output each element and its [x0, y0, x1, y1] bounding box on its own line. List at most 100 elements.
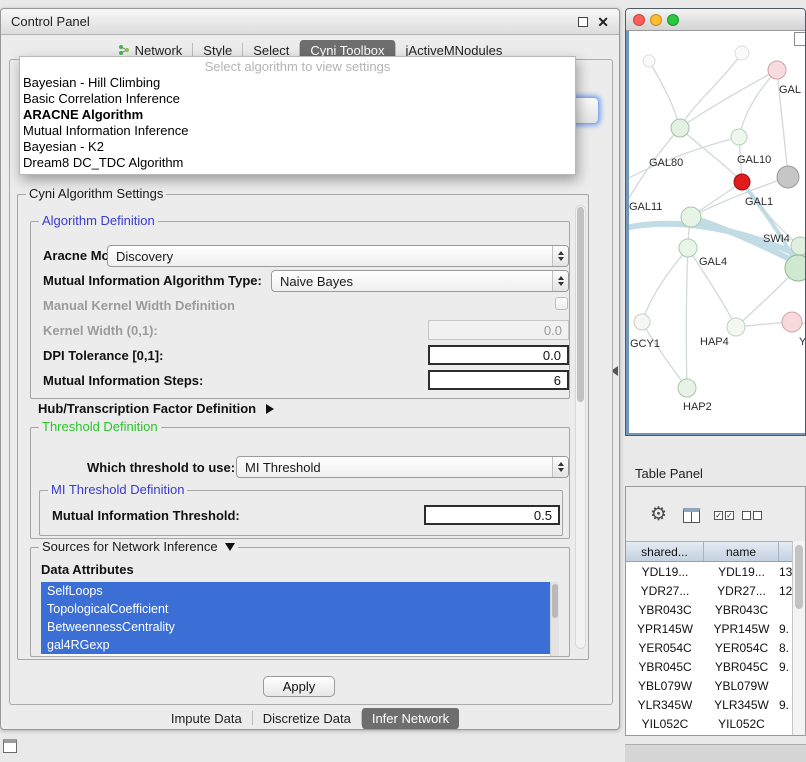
algorithm-option-selected[interactable]: ARACNE Algorithm [20, 107, 575, 123]
network-node[interactable] [731, 129, 747, 145]
tab-infer-network[interactable]: Infer Network [362, 708, 459, 729]
table-row[interactable]: YBR045C YBR045C 9. [626, 657, 792, 676]
sources-section-header[interactable]: Sources for Network Inference [39, 539, 238, 554]
control-panel-window: Control Panel ✕ Network Style Select [0, 8, 620, 730]
network-node[interactable] [681, 207, 701, 227]
table-row[interactable]: YDR27... YDR27... 12 [626, 581, 792, 600]
network-node-label: HAP2 [683, 401, 712, 413]
attribute-list-scrollbar[interactable] [550, 582, 559, 656]
network-node[interactable] [777, 166, 799, 188]
algorithm-option[interactable]: Mutual Information Inference [20, 123, 575, 139]
mi-type-select[interactable]: Naive Bayes [271, 270, 569, 292]
network-overview-box[interactable] [794, 32, 806, 46]
attribute-item-selected[interactable]: gal4RGexp [41, 636, 559, 654]
network-node[interactable] [785, 255, 806, 281]
tab-discretize-data[interactable]: Discretize Data [253, 708, 361, 729]
control-panel-titlebar[interactable]: Control Panel ✕ [1, 9, 619, 35]
tab-impute-data[interactable]: Impute Data [161, 708, 252, 729]
network-canvas[interactable]: GAL GAL80 GAL10 GAL1 GAL11 SWI4 GAL4 GCY… [629, 31, 806, 433]
which-threshold-select[interactable]: MI Threshold [236, 456, 569, 478]
network-node[interactable] [678, 379, 696, 397]
network-node[interactable] [735, 46, 749, 60]
expand-right-icon [266, 404, 274, 414]
combo-stepper-icon [552, 246, 568, 266]
network-node-label: SWI4 [763, 233, 790, 245]
network-node[interactable] [671, 119, 689, 137]
network-node[interactable] [791, 237, 806, 255]
attribute-item-selected[interactable]: BetweennessCentrality [41, 618, 559, 636]
table-row[interactable]: YIL052C YIL052C [626, 714, 792, 733]
select-all-icon[interactable]: ✓ ✓ [714, 511, 734, 520]
hub-section-header[interactable]: Hub/Transcription Factor Definition [38, 401, 274, 416]
table-cell: YLR345W [704, 698, 779, 712]
checked-box-icon: ✓ [714, 511, 723, 520]
column-header-partial[interactable] [779, 542, 792, 561]
table-row[interactable]: YBL079W YBL079W [626, 676, 792, 695]
algorithm-option[interactable]: Basic Correlation Inference [20, 91, 575, 107]
network-node-label: GAL80 [649, 157, 683, 169]
network-node[interactable] [782, 312, 802, 332]
network-node[interactable] [768, 61, 786, 79]
unchecked-box-icon [742, 511, 751, 520]
mi-threshold-field[interactable]: 0.5 [424, 505, 560, 525]
kernel-width-field[interactable]: 0.0 [428, 320, 569, 340]
table-row[interactable]: YLR345W YLR345W 9. [626, 695, 792, 714]
float-window-icon[interactable] [578, 17, 588, 27]
network-node[interactable] [734, 174, 750, 190]
which-threshold-value: MI Threshold [245, 460, 552, 475]
tab-label: Discretize Data [263, 711, 351, 726]
deselect-all-icon[interactable] [742, 511, 762, 520]
hub-section-label: Hub/Transcription Factor Definition [38, 401, 256, 416]
column-header-name[interactable]: name [704, 542, 779, 561]
mi-steps-field[interactable]: 6 [428, 370, 569, 390]
threshold-definition-title: Threshold Definition [39, 419, 161, 434]
table-row[interactable]: YPR145W YPR145W 9. [626, 619, 792, 638]
scrollbar-thumb[interactable] [577, 207, 584, 402]
network-node-label: GAL10 [737, 154, 771, 166]
table-cell: 8. [779, 641, 792, 655]
minimize-traffic-light-icon[interactable] [650, 14, 662, 26]
network-node[interactable] [634, 314, 650, 330]
algorithm-option[interactable]: Bayesian - Hill Climbing [20, 75, 575, 91]
table-cell: YER054C [626, 641, 704, 655]
column-header-shared-name[interactable]: shared... [626, 542, 704, 561]
mi-threshold-group: MI Threshold Definition Mutual Informati… [39, 490, 563, 536]
table-cell: 13 [779, 565, 792, 579]
network-node-label: GAL4 [699, 256, 727, 268]
mi-type-value: Naive Bayes [280, 274, 552, 289]
network-node[interactable] [679, 239, 697, 257]
bottom-status-strip [625, 744, 806, 762]
network-window-titlebar[interactable] [626, 9, 805, 31]
network-node[interactable] [727, 318, 745, 336]
algorithm-option[interactable]: Dream8 DC_TDC Algorithm [20, 155, 575, 171]
close-traffic-light-icon[interactable] [633, 14, 645, 26]
aracne-mode-select[interactable]: Discovery [107, 245, 569, 267]
attribute-item-selected[interactable]: SelfLoops [41, 582, 559, 600]
scrollbar-thumb[interactable] [552, 584, 558, 618]
column-settings-icon[interactable] [683, 508, 700, 523]
combo-stepper-icon [552, 457, 568, 477]
aracne-mode-value: Discovery [116, 249, 552, 264]
table-row[interactable]: YER054C YER054C 8. [626, 638, 792, 657]
table-scrollbar[interactable] [792, 541, 805, 735]
table-cell: YDR27... [704, 584, 779, 598]
zoom-traffic-light-icon[interactable] [667, 14, 679, 26]
scrollbar-thumb[interactable] [795, 545, 803, 609]
data-attributes-label: Data Attributes [41, 562, 134, 577]
table-row[interactable]: YDL19... YDL19... 13 [626, 562, 792, 581]
table-cell: YIL052C [626, 717, 704, 731]
close-icon[interactable]: ✕ [597, 15, 609, 29]
apply-button[interactable]: Apply [263, 676, 335, 697]
which-threshold-label: Which threshold to use: [87, 460, 235, 475]
settings-group-title: Cyni Algorithm Settings [26, 186, 166, 201]
table-row[interactable]: YBR043C YBR043C [626, 600, 792, 619]
dpi-tolerance-field[interactable]: 0.0 [428, 345, 569, 365]
attribute-item-selected[interactable]: TopologicalCoefficient [41, 600, 559, 618]
network-node[interactable] [643, 55, 655, 67]
settings-scrollbar[interactable] [575, 205, 586, 649]
algorithm-option[interactable]: Bayesian - K2 [20, 139, 575, 155]
manual-kernel-checkbox[interactable] [555, 297, 568, 310]
gear-icon[interactable]: ⚙ [650, 505, 667, 524]
minimized-panel-icon[interactable] [3, 739, 17, 753]
table-cell: YPR145W [704, 622, 779, 636]
